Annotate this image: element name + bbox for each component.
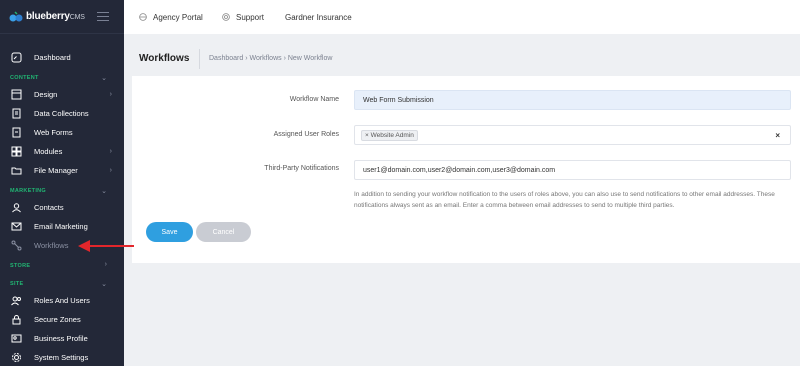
remove-tag-icon[interactable]: × bbox=[365, 132, 369, 139]
sidebar-item-dashboard[interactable]: Dashboard bbox=[0, 48, 124, 66]
site-name-link[interactable]: Gardner Insurance bbox=[285, 13, 352, 22]
chevron-right-icon: › bbox=[109, 90, 112, 98]
third-party-notifications-input[interactable]: user1@domain.com,user2@domain.com,user3@… bbox=[354, 160, 791, 180]
sidebar-item-design[interactable]: Design › bbox=[0, 85, 124, 103]
breadcrumb[interactable]: Dashboard › Workflows › New Workflow bbox=[209, 55, 332, 62]
users-icon bbox=[11, 296, 21, 305]
third-party-notifications-value: user1@domain.com,user2@domain.com,user3@… bbox=[363, 166, 556, 174]
sidebar-item-label: Business Profile bbox=[34, 333, 88, 343]
support-link[interactable]: Support bbox=[222, 13, 264, 22]
document-icon bbox=[12, 108, 21, 118]
section-site: SITE bbox=[10, 281, 24, 287]
email-icon bbox=[11, 222, 22, 230]
assigned-roles-select[interactable]: × Website Admin × bbox=[354, 125, 791, 145]
contacts-icon bbox=[12, 202, 21, 212]
help-text: In addition to sending your workflow not… bbox=[354, 191, 775, 209]
sidebar-item-contacts[interactable]: Contacts bbox=[0, 198, 124, 216]
sidebar-item-business-profile[interactable]: Business Profile bbox=[0, 329, 124, 347]
chevron-right-icon[interactable]: › bbox=[105, 261, 107, 268]
sidebar-item-label: Workflows bbox=[34, 240, 69, 250]
brand-suffix: CMS bbox=[69, 14, 85, 21]
section-marketing: MARKETING bbox=[10, 188, 47, 194]
workflow-name-value: Web Form Submission bbox=[363, 96, 434, 104]
chevron-down-icon[interactable]: ⌄ bbox=[101, 187, 107, 195]
site-name-label: Gardner Insurance bbox=[285, 12, 352, 22]
agency-portal-label: Agency Portal bbox=[153, 12, 203, 22]
chevron-right-icon: › bbox=[109, 166, 112, 174]
sidebar-item-system-settings[interactable]: System Settings bbox=[0, 348, 124, 366]
dashboard-icon bbox=[11, 52, 22, 62]
workflow-name-input[interactable]: Web Form Submission bbox=[354, 90, 791, 110]
lifebuoy-icon bbox=[222, 13, 230, 21]
sidebar-item-email-marketing[interactable]: Email Marketing bbox=[0, 217, 124, 235]
sidebar-item-label: Design bbox=[34, 89, 58, 99]
sidebar-item-file-manager[interactable]: File Manager › bbox=[0, 161, 124, 179]
sidebar: blueberryCMS Dashboard CONTENT ⌄ Design … bbox=[0, 0, 124, 366]
brand-name: blueberry bbox=[26, 11, 70, 22]
sidebar-item-label: Data Collections bbox=[34, 108, 89, 118]
agency-portal-link[interactable]: Agency Portal bbox=[139, 13, 203, 22]
lock-icon bbox=[12, 314, 21, 324]
sidebar-item-web-forms[interactable]: Web Forms bbox=[0, 123, 124, 141]
workflow-icon bbox=[11, 240, 22, 250]
cancel-button[interactable]: Cancel bbox=[196, 222, 251, 242]
folder-icon bbox=[11, 167, 22, 174]
page-header: Workflows Dashboard › Workflows › New Wo… bbox=[124, 43, 800, 75]
sidebar-item-modules[interactable]: Modules › bbox=[0, 142, 124, 160]
design-icon bbox=[11, 89, 22, 99]
gear-icon bbox=[12, 352, 21, 362]
sidebar-item-label: Contacts bbox=[34, 202, 64, 212]
role-tag-label: Website Admin bbox=[370, 131, 414, 139]
role-tag[interactable]: × Website Admin bbox=[361, 129, 418, 141]
annotation-arrow-icon bbox=[78, 240, 134, 252]
globe-icon bbox=[139, 13, 147, 21]
third-party-notifications-label: Third-Party Notifications bbox=[264, 165, 339, 172]
sidebar-item-secure-zones[interactable]: Secure Zones bbox=[0, 310, 124, 328]
chevron-down-icon[interactable]: ⌄ bbox=[101, 74, 107, 82]
page-title: Workflows bbox=[139, 53, 190, 64]
sidebar-item-label: Secure Zones bbox=[34, 314, 81, 324]
menu-toggle-icon[interactable] bbox=[97, 12, 109, 24]
divider bbox=[199, 49, 200, 69]
sidebar-item-label: Dashboard bbox=[34, 52, 71, 62]
section-store: STORE bbox=[10, 263, 31, 269]
sidebar-item-label: System Settings bbox=[34, 352, 89, 362]
sidebar-item-label: Web Forms bbox=[34, 127, 73, 137]
assigned-roles-label: Assigned User Roles bbox=[273, 131, 339, 138]
sidebar-item-data-collections[interactable]: Data Collections bbox=[0, 104, 124, 122]
sidebar-item-roles-and-users[interactable]: Roles And Users bbox=[0, 291, 124, 309]
chevron-right-icon: › bbox=[109, 147, 112, 155]
sidebar-item-label: File Manager bbox=[34, 165, 78, 175]
sidebar-item-label: Roles And Users bbox=[34, 295, 90, 305]
modules-icon bbox=[11, 146, 22, 156]
topbar: Agency Portal Support Gardner Insurance bbox=[124, 0, 800, 34]
support-label: Support bbox=[236, 12, 265, 22]
sidebar-item-label: Modules bbox=[34, 146, 63, 156]
workflow-name-label: Workflow Name bbox=[289, 96, 339, 103]
sidebar-item-label: Email Marketing bbox=[34, 221, 88, 231]
clear-icon[interactable]: × bbox=[775, 131, 780, 140]
form-icon bbox=[12, 127, 21, 137]
blueberry-logo-icon bbox=[9, 10, 23, 21]
section-content: CONTENT bbox=[10, 75, 39, 81]
profile-icon bbox=[11, 334, 22, 342]
chevron-down-icon[interactable]: ⌄ bbox=[101, 280, 107, 288]
save-button[interactable]: Save bbox=[146, 222, 193, 242]
